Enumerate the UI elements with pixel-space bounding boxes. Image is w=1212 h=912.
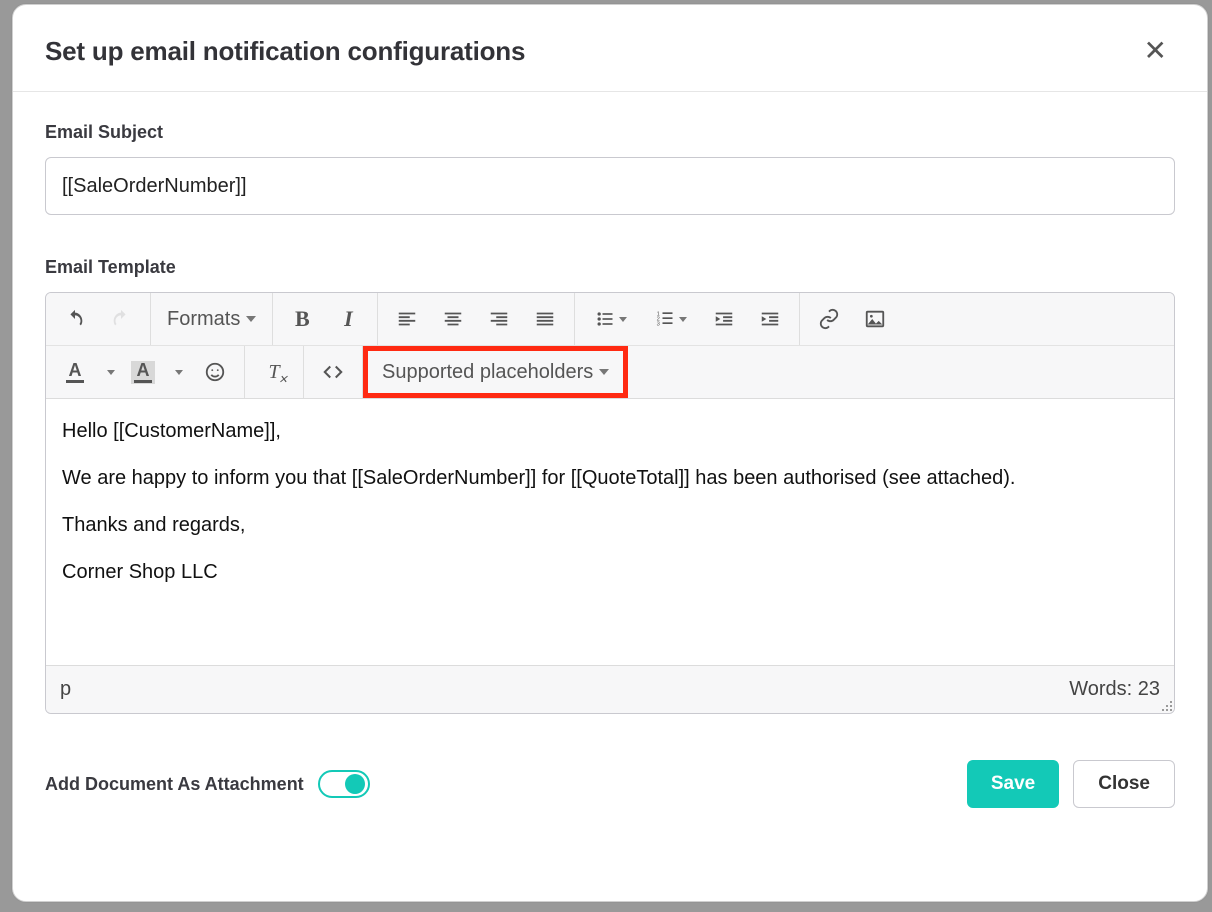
undo-button[interactable] <box>56 300 94 338</box>
attachment-toggle[interactable] <box>318 770 370 798</box>
chevron-down-icon <box>175 370 183 375</box>
body-line-3: Thanks and regards, <box>62 511 1158 540</box>
highlight-icon: A <box>131 361 155 384</box>
modal-footer: Add Document As Attachment Save Close <box>45 760 1175 808</box>
rich-text-editor: Formats B I <box>45 292 1175 714</box>
formats-label: Formats <box>167 308 240 331</box>
editor-toolbar: Formats B I <box>46 293 1174 399</box>
modal-body: Email Subject Email Template <box>13 92 1207 832</box>
text-color-button[interactable]: A <box>60 353 90 391</box>
modal-title: Set up email notification configurations <box>45 36 525 67</box>
email-subject-input[interactable] <box>45 157 1175 215</box>
body-line-1: Hello [[CustomerName]], <box>62 417 1158 446</box>
highlight-color-dropdown[interactable] <box>166 353 188 391</box>
email-template-label: Email Template <box>45 257 1175 278</box>
attachment-option: Add Document As Attachment <box>45 770 370 798</box>
redo-button[interactable] <box>102 300 140 338</box>
element-path[interactable]: p <box>60 678 71 701</box>
chevron-down-icon <box>619 317 627 322</box>
editor-content[interactable]: Hello [[CustomerName]], We are happy to … <box>46 399 1174 665</box>
email-subject-label: Email Subject <box>45 122 1175 143</box>
source-code-button[interactable] <box>314 353 352 391</box>
word-count: Words: 23 <box>1069 678 1160 701</box>
chevron-down-icon <box>107 370 115 375</box>
indent-button[interactable] <box>751 300 789 338</box>
placeholders-label: Supported placeholders <box>382 361 593 384</box>
align-center-button[interactable] <box>434 300 472 338</box>
numbered-list-dropdown[interactable]: 123 <box>645 300 697 338</box>
modal-header: Set up email notification configurations… <box>13 5 1207 92</box>
svg-text:3: 3 <box>657 322 660 328</box>
clear-formatting-button[interactable]: T✕ <box>255 353 293 391</box>
close-button[interactable]: Close <box>1073 760 1175 808</box>
editor-statusbar: p Words: 23 <box>46 665 1174 713</box>
chevron-down-icon <box>599 369 609 375</box>
formats-dropdown[interactable]: Formats <box>157 300 266 338</box>
align-justify-button[interactable] <box>526 300 564 338</box>
close-icon[interactable]: ✕ <box>1136 33 1175 69</box>
emoji-button[interactable] <box>196 353 234 391</box>
modal-dialog: Set up email notification configurations… <box>12 4 1208 902</box>
body-line-4: Corner Shop LLC <box>62 558 1158 587</box>
text-color-dropdown[interactable] <box>98 353 120 391</box>
align-left-button[interactable] <box>388 300 426 338</box>
highlighted-placeholders-box: Supported placeholders <box>363 346 628 398</box>
toggle-knob <box>345 774 365 794</box>
chevron-down-icon <box>246 316 256 322</box>
resize-handle[interactable] <box>1158 697 1172 711</box>
bold-button[interactable]: B <box>283 300 321 338</box>
bullet-list-dropdown[interactable] <box>585 300 637 338</box>
chevron-down-icon <box>679 317 687 322</box>
outdent-button[interactable] <box>705 300 743 338</box>
save-button[interactable]: Save <box>967 760 1059 808</box>
align-right-button[interactable] <box>480 300 518 338</box>
insert-link-button[interactable] <box>810 300 848 338</box>
text-color-icon: A <box>66 361 84 383</box>
supported-placeholders-dropdown[interactable]: Supported placeholders <box>370 353 621 391</box>
attachment-label: Add Document As Attachment <box>45 774 304 795</box>
highlight-color-button[interactable]: A <box>128 353 158 391</box>
insert-image-button[interactable] <box>856 300 894 338</box>
italic-button[interactable]: I <box>329 300 367 338</box>
body-line-2: We are happy to inform you that [[SaleOr… <box>62 464 1158 493</box>
